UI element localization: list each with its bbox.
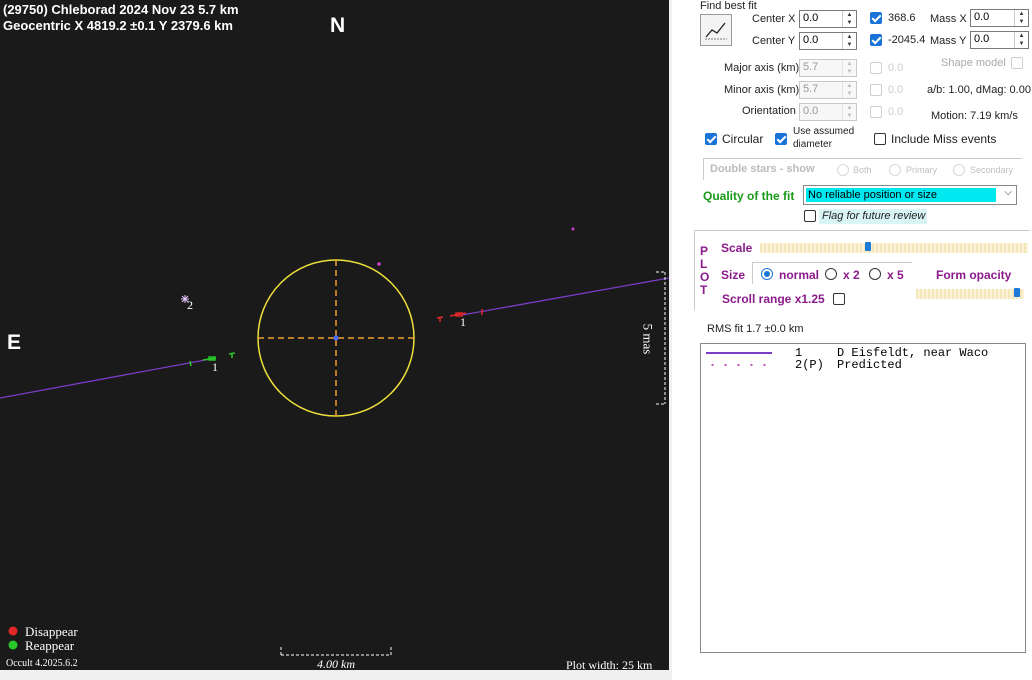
- fit-curve-icon: [705, 22, 727, 40]
- chord-label-reappear: 1: [212, 360, 218, 374]
- predicted-line-swatch: [706, 364, 772, 366]
- orientation-fit-checkbox[interactable]: [870, 106, 882, 118]
- chord-line-swatch: [706, 352, 772, 354]
- minor-axis-label: Minor axis (km): [724, 84, 800, 96]
- opacity-slider[interactable]: [916, 289, 1024, 299]
- center-y-checkbox[interactable]: [870, 34, 882, 46]
- magenta-dot: [571, 227, 575, 231]
- minor-axis-input[interactable]: 5.7 ▲ ▼: [799, 81, 857, 99]
- both-radio[interactable]: [837, 164, 849, 176]
- minor-fit-checkbox[interactable]: [870, 84, 882, 96]
- center-x-input[interactable]: 0.0 ▲ ▼: [799, 10, 857, 28]
- size-normal-label: normal: [779, 268, 820, 282]
- plot-letter-t: T: [700, 283, 708, 297]
- quality-label: Quality of the fit: [703, 189, 795, 203]
- major-fit-value: 0.0: [888, 62, 904, 74]
- magenta-dot: [377, 262, 381, 266]
- mass-x-label: Mass X: [930, 13, 967, 25]
- km-scale-label: 4.00 km: [317, 657, 355, 670]
- size-x5-radio[interactable]: [869, 268, 881, 280]
- scale-slider-thumb[interactable]: [864, 242, 871, 251]
- center-x-label: Center X: [752, 13, 796, 25]
- scale-slider[interactable]: [760, 243, 1028, 253]
- orientation-fit-value: 0.0: [888, 106, 904, 118]
- star-label: 2: [187, 298, 193, 312]
- chevron-down-icon: ⌵: [1004, 187, 1012, 198]
- offset-y-value: -2045.4: [888, 34, 926, 46]
- angular-scale-bar: [656, 271, 666, 405]
- control-panel: Find best fit Center X 0.0 ▲ ▼ Center Y 0.…: [672, 0, 1032, 680]
- find-best-fit-button[interactable]: [700, 14, 732, 46]
- use-assumed-checkbox[interactable]: [775, 133, 787, 145]
- both-label: Both: [853, 165, 872, 175]
- major-fit-checkbox[interactable]: [870, 62, 882, 74]
- use-assumed-label-2: diameter: [793, 139, 832, 150]
- minor-fit-value: 0.0: [888, 84, 904, 96]
- center-point: [333, 335, 339, 341]
- opacity-slider-thumb[interactable]: [1014, 288, 1020, 297]
- use-assumed-label-1: Use assumed: [793, 126, 855, 137]
- quality-select-value: No reliable position or size: [806, 188, 996, 202]
- plot-width-label: Plot width: 25 km: [566, 658, 653, 670]
- include-miss-label: Include Miss events: [891, 132, 997, 146]
- primary-radio[interactable]: [889, 164, 901, 176]
- list-item[interactable]: 2(P) Predicted: [706, 358, 1022, 372]
- plot-letter-o: O: [700, 270, 710, 284]
- flag-review-label: Flag for future review: [819, 209, 927, 224]
- plot-letter-p: P: [700, 244, 709, 258]
- plot-graphics: [0, 227, 669, 656]
- legend-reappear-label: Reappear: [25, 638, 75, 653]
- mass-y-label: Mass Y: [930, 35, 967, 47]
- center-y-label: Center Y: [752, 35, 796, 47]
- chord-line-west: [0, 357, 217, 399]
- primary-label: Primary: [906, 165, 937, 175]
- form-opacity-label: Form opacity: [936, 268, 1012, 282]
- km-scale-bar: [280, 647, 392, 656]
- shape-model-label: Shape model: [941, 57, 1006, 69]
- mass-y-input[interactable]: 0.0 ▲ ▼: [970, 31, 1029, 49]
- occultation-plot[interactable]: (29750) Chleborad 2024 Nov 23 5.7 km Geo…: [0, 0, 669, 670]
- motion-label: Motion: 7.19 km/s: [931, 110, 1018, 122]
- scale-label: Scale: [721, 241, 753, 255]
- chord-line-east: [461, 277, 669, 316]
- include-miss-checkbox[interactable]: [874, 133, 886, 145]
- size-x2-label: x 2: [843, 268, 860, 282]
- major-axis-input[interactable]: 5.7 ▲ ▼: [799, 59, 857, 77]
- orientation-label: Orientation: [742, 105, 796, 117]
- legend-reappear-dot: [8, 640, 18, 650]
- circular-checkbox[interactable]: [705, 133, 717, 145]
- center-y-input[interactable]: 0.0 ▲ ▼: [799, 32, 857, 50]
- rms-fit-label: RMS fit 1.7 ±0.0 km: [707, 323, 804, 335]
- flag-review-checkbox[interactable]: [804, 210, 816, 222]
- observer-list[interactable]: 1 D Eisfeldt, near Waco 2(P) Predicted: [700, 343, 1026, 653]
- offset-x-value: 368.6: [888, 12, 916, 24]
- major-axis-label: Major axis (km): [724, 62, 800, 74]
- size-label: Size: [721, 268, 746, 282]
- scroll-range-checkbox[interactable]: [833, 293, 845, 305]
- legend-disappear-dot: [8, 626, 18, 636]
- center-x-checkbox[interactable]: [870, 12, 882, 24]
- ab-dmag-label: a/b: 1.00, dMag: 0.00: [927, 84, 1031, 96]
- angular-scale-label: 5 mas: [640, 323, 656, 355]
- orientation-input[interactable]: 0.0 ▲ ▼: [799, 103, 857, 121]
- size-normal-radio[interactable]: [761, 268, 773, 280]
- chord-label-disappear: 1: [460, 315, 466, 329]
- shape-model-checkbox[interactable]: [1011, 57, 1023, 69]
- plot-letter-l: L: [700, 257, 708, 271]
- secondary-label: Secondary: [970, 165, 1014, 175]
- size-x5-label: x 5: [887, 268, 904, 282]
- quality-select[interactable]: No reliable position or size ⌵: [803, 185, 1017, 205]
- list-item-text: Predicted: [837, 358, 902, 372]
- size-x2-radio[interactable]: [825, 268, 837, 280]
- secondary-radio[interactable]: [953, 164, 965, 176]
- scroll-range-label: Scroll range x1.25: [722, 292, 825, 306]
- version-label: Occult 4.2025.6.2: [6, 658, 78, 669]
- double-stars-label: Double stars - show: [710, 163, 815, 175]
- find-best-fit-label: Find best fit: [700, 0, 757, 12]
- list-item-number: 2(P): [795, 358, 824, 372]
- mass-x-input[interactable]: 0.0 ▲ ▼: [970, 9, 1029, 27]
- circular-label: Circular: [722, 132, 764, 146]
